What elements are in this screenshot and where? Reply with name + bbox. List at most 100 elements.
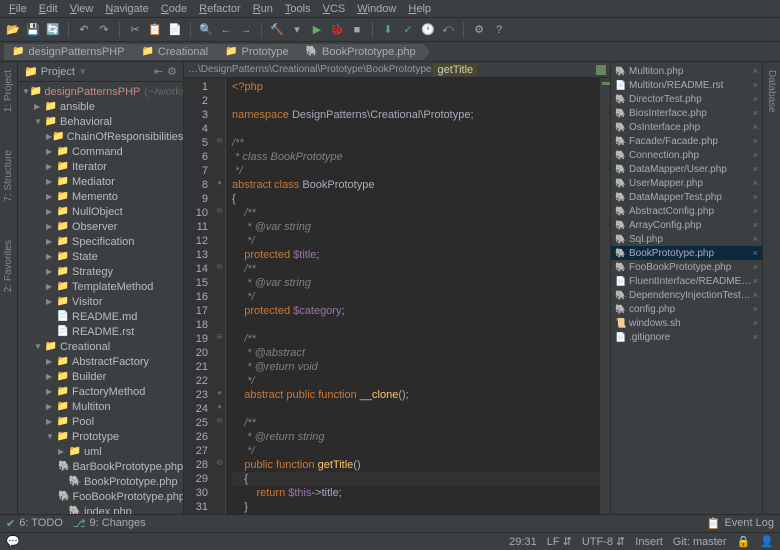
tree-root[interactable]: ▼📁designPatternsPHP(~/workspace [18, 84, 183, 99]
open-file-row[interactable]: 🐘UserMapper.php× [611, 176, 762, 190]
gear-icon[interactable]: ⚙ [167, 65, 177, 78]
cut-icon[interactable]: ✂ [128, 23, 142, 37]
tree-node[interactable]: ▶📁NullObject [18, 204, 183, 219]
menu-edit[interactable]: Edit [34, 2, 63, 15]
tree-node[interactable]: ▼📁Prototype [18, 429, 183, 444]
open-file-row[interactable]: 🐘AbstractConfig.php× [611, 204, 762, 218]
paste-icon[interactable]: 📄 [168, 23, 182, 37]
close-icon[interactable]: × [753, 94, 758, 104]
undo-icon[interactable]: ↶ [77, 23, 91, 37]
tree-node[interactable]: 🐘FooBookPrototype.php [18, 489, 183, 504]
lock-icon[interactable]: 🔒 [737, 535, 751, 548]
open-file-row[interactable]: 📜windows.sh× [611, 316, 762, 330]
open-icon[interactable]: 📂 [6, 23, 20, 37]
stop-icon[interactable]: ■ [350, 23, 364, 37]
open-file-row[interactable]: 🐘Sql.php× [611, 232, 762, 246]
status-message-icon[interactable]: 💬 [6, 535, 20, 548]
close-icon[interactable]: × [753, 206, 758, 216]
menu-tools[interactable]: Tools [280, 2, 316, 15]
project-panel-header[interactable]: 📁Project▾ ⇤ ⚙ [18, 62, 183, 82]
open-file-row[interactable]: 📄.gitignore× [611, 330, 762, 344]
open-file-row[interactable]: 🐘Connection.php× [611, 148, 762, 162]
menu-code[interactable]: Code [156, 2, 192, 15]
open-file-row[interactable]: 🐘Multiton.php× [611, 64, 762, 78]
tree-node[interactable]: ▶📁Visitor [18, 294, 183, 309]
vcs-history-icon[interactable]: 🕐 [421, 23, 435, 37]
tree-node[interactable]: 🐘index.php [18, 504, 183, 514]
overview-ruler[interactable] [600, 78, 610, 514]
close-icon[interactable]: × [753, 262, 758, 272]
close-icon[interactable]: × [753, 122, 758, 132]
todo-tab[interactable]: ✔6: TODO [6, 517, 63, 530]
menu-window[interactable]: Window [352, 2, 401, 15]
insert-mode[interactable]: Insert [635, 536, 663, 548]
close-icon[interactable]: × [753, 332, 758, 342]
open-files-list[interactable]: 🐘Multiton.php×📄Multiton/README.rst×🐘Dire… [610, 62, 762, 514]
close-icon[interactable]: × [753, 276, 758, 286]
menu-help[interactable]: Help [403, 2, 436, 15]
help-icon[interactable]: ? [492, 23, 506, 37]
tree-node[interactable]: ▶📁FactoryMethod [18, 384, 183, 399]
tree-node[interactable]: ▶📁Strategy [18, 264, 183, 279]
tree-node[interactable]: ▶📁Specification [18, 234, 183, 249]
open-file-row[interactable]: 📄FluentInterface/README.rst× [611, 274, 762, 288]
tree-node[interactable]: ▶📁Pool [18, 414, 183, 429]
open-file-row[interactable]: 🐘ArrayConfig.php× [611, 218, 762, 232]
close-icon[interactable]: × [753, 108, 758, 118]
tree-node[interactable]: ▼📁Creational [18, 339, 183, 354]
collapse-icon[interactable]: ⇤ [154, 65, 163, 78]
save-icon[interactable]: 💾 [26, 23, 40, 37]
close-icon[interactable]: × [753, 248, 758, 258]
run-config-icon[interactable]: ▾ [290, 23, 304, 37]
tree-node[interactable]: ▶📁Mediator [18, 174, 183, 189]
debug-icon[interactable]: 🐞 [330, 23, 344, 37]
close-icon[interactable]: × [753, 234, 758, 244]
tree-node[interactable]: ▶📁AbstractFactory [18, 354, 183, 369]
tree-node[interactable]: ▶📁Builder [18, 369, 183, 384]
close-icon[interactable]: × [753, 304, 758, 314]
open-file-row[interactable]: 🐘BookPrototype.php× [611, 246, 762, 260]
close-icon[interactable]: × [753, 66, 758, 76]
close-icon[interactable]: × [753, 150, 758, 160]
tree-node[interactable]: ▶📁Observer [18, 219, 183, 234]
menu-refactor[interactable]: Refactor [194, 2, 246, 15]
tool-tab[interactable]: 2: Favorites [1, 236, 16, 296]
tree-node[interactable]: ▶📁Iterator [18, 159, 183, 174]
source[interactable]: <?phpnamespace DesignPatterns\Creational… [226, 78, 600, 514]
project-tree[interactable]: ▼📁designPatternsPHP(~/workspace▶📁ansible… [18, 82, 183, 514]
tree-node[interactable]: 📄README.md [18, 309, 183, 324]
tree-node[interactable]: ▶📁ansible [18, 99, 183, 114]
find-icon[interactable]: 🔍 [199, 23, 213, 37]
open-file-row[interactable]: 🐘DirectorTest.php× [611, 92, 762, 106]
editor-symbol[interactable]: getTitle [433, 64, 477, 76]
git-branch[interactable]: Git: master [673, 536, 727, 548]
close-icon[interactable]: × [753, 164, 758, 174]
code-area[interactable]: 1234567891011121314151617181920212223242… [184, 78, 610, 514]
tool-tab[interactable]: Database [764, 66, 779, 117]
copy-icon[interactable]: 📋 [148, 23, 162, 37]
vcs-update-icon[interactable]: ⬇ [381, 23, 395, 37]
menu-run[interactable]: Run [248, 2, 278, 15]
sync-icon[interactable]: 🔄 [46, 23, 60, 37]
tool-tab[interactable]: 1: Project [1, 66, 16, 116]
vcs-revert-icon[interactable]: ⤺ [441, 23, 455, 37]
hector-icon[interactable]: 👤 [760, 535, 774, 548]
open-file-row[interactable]: 🐘BiosInterface.php× [611, 106, 762, 120]
open-file-row[interactable]: 🐘Facade/Facade.php× [611, 134, 762, 148]
open-file-row[interactable]: 🐘DataMapperTest.php× [611, 190, 762, 204]
open-file-row[interactable]: 🐘FooBookPrototype.php× [611, 260, 762, 274]
menu-view[interactable]: View [65, 2, 99, 15]
fold-gutter[interactable]: ⊖●⊖⊖⊖●●⊖⊖⊖⊖ [214, 78, 226, 514]
tree-node[interactable]: ▼📁Behavioral [18, 114, 183, 129]
close-icon[interactable]: × [753, 220, 758, 230]
inspection-indicator[interactable] [596, 65, 606, 75]
tool-tab[interactable]: 7: Structure [1, 146, 16, 206]
redo-icon[interactable]: ↷ [97, 23, 111, 37]
changes-tab[interactable]: ⎇9: Changes [73, 517, 146, 530]
tree-node[interactable]: ▶📁Memento [18, 189, 183, 204]
close-icon[interactable]: × [753, 80, 758, 90]
open-file-row[interactable]: 📄Multiton/README.rst× [611, 78, 762, 92]
event-log-tab[interactable]: 📋Event Log [707, 517, 774, 530]
open-file-row[interactable]: 🐘DependencyInjectionTest.php× [611, 288, 762, 302]
tree-node[interactable]: ▶📁Multiton [18, 399, 183, 414]
